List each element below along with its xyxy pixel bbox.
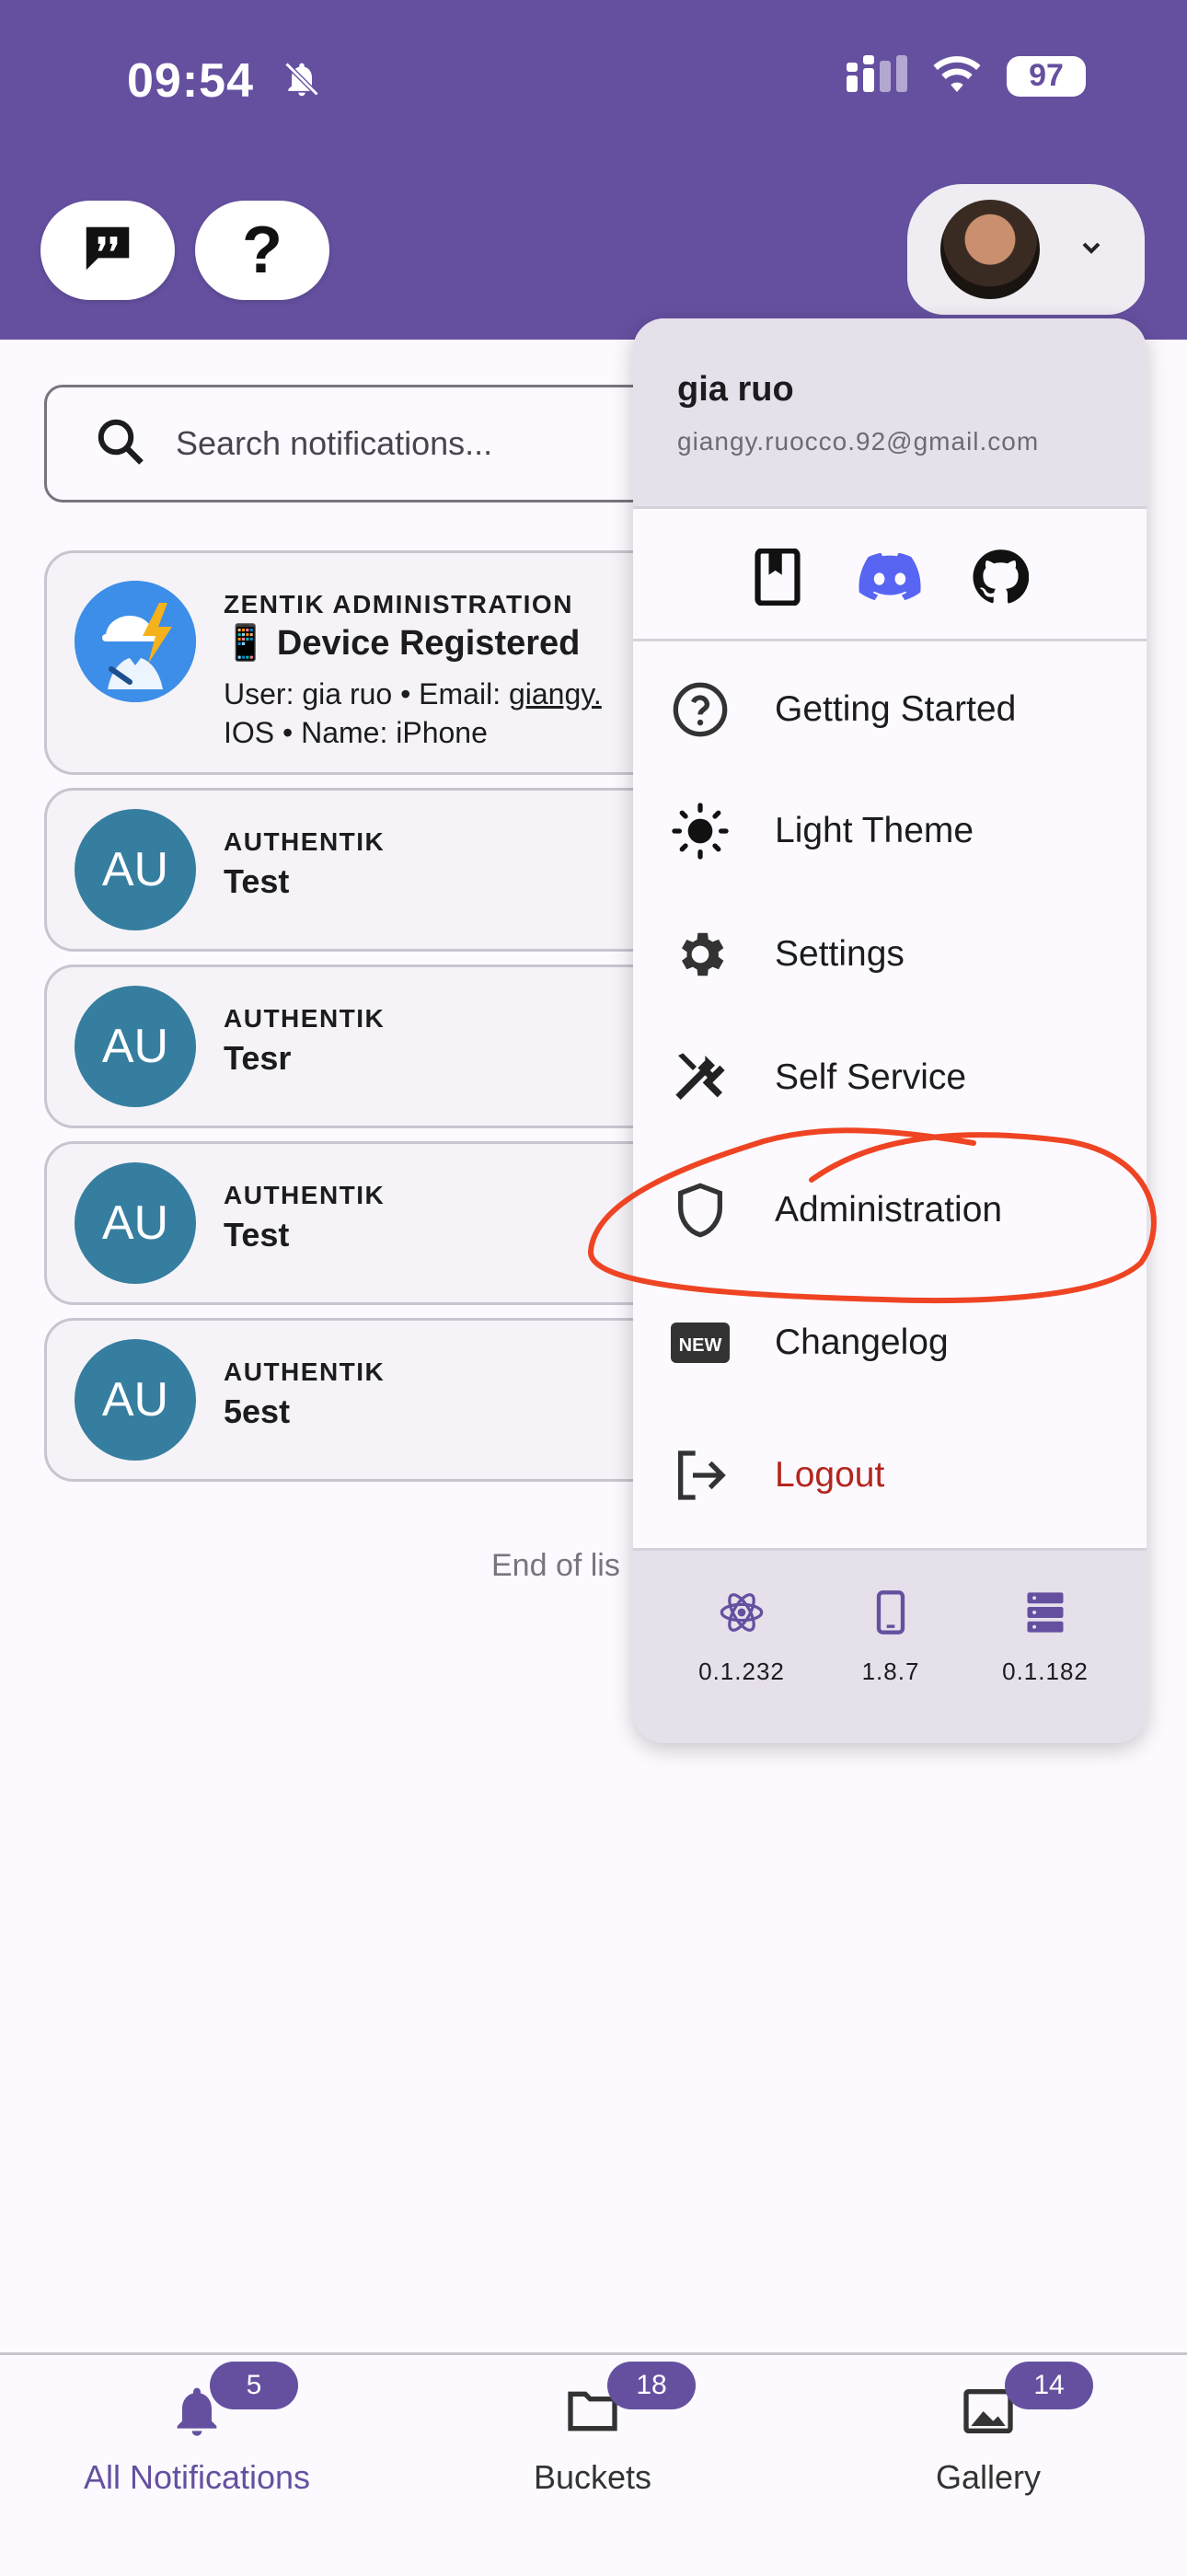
docs-book-icon[interactable] bbox=[745, 545, 810, 609]
menu-item-label: Settings bbox=[775, 934, 905, 974]
status-indicators: 97 bbox=[847, 55, 1086, 97]
discord-icon[interactable] bbox=[858, 545, 922, 609]
menu-item-getting-started[interactable]: Getting Started bbox=[633, 650, 1147, 769]
badge-gallery: 14 bbox=[1005, 2362, 1093, 2409]
new-badge-icon: NEW bbox=[668, 1311, 732, 1375]
search-icon bbox=[93, 414, 148, 474]
menu-item-light-theme[interactable]: Light Theme bbox=[633, 771, 1147, 891]
notification-title: 📱 Device Registered bbox=[224, 624, 581, 663]
server-icon bbox=[1021, 1592, 1069, 1640]
nav-label: All Notifications bbox=[83, 2458, 311, 2496]
help-button[interactable]: ? bbox=[195, 201, 329, 300]
question-mark-icon: ? bbox=[242, 214, 282, 287]
notification-body-line2: IOS • Name: iPhone bbox=[224, 716, 488, 749]
user-avatar bbox=[940, 200, 1040, 299]
divider bbox=[633, 506, 1147, 509]
notification-title: Test bbox=[224, 1216, 290, 1253]
nav-label: Gallery bbox=[935, 2458, 1042, 2496]
source-avatar: AU bbox=[75, 1339, 196, 1461]
sun-icon bbox=[668, 799, 732, 863]
nav-label: Buckets bbox=[533, 2458, 652, 2496]
version-server: 0.1.182 bbox=[972, 1588, 1119, 1686]
image-icon bbox=[959, 2389, 1018, 2444]
end-of-list-text: End of lis bbox=[491, 1548, 620, 1583]
admin-worker-icon bbox=[75, 581, 196, 702]
chevron-down-icon bbox=[1077, 233, 1106, 267]
menu-item-label: Logout bbox=[775, 1455, 885, 1495]
tools-icon bbox=[668, 1045, 732, 1110]
search-placeholder: Search notifications... bbox=[176, 424, 493, 462]
bell-icon bbox=[167, 2387, 226, 2444]
react-icon bbox=[718, 1593, 766, 1640]
menu-item-label: Administration bbox=[775, 1190, 1003, 1230]
source-avatar: AU bbox=[75, 986, 196, 1107]
help-circle-icon bbox=[668, 677, 732, 742]
source-avatar: AU bbox=[75, 1162, 196, 1284]
feedback-quote-icon bbox=[79, 220, 136, 282]
svg-text:NEW: NEW bbox=[679, 1335, 722, 1356]
user-dropdown-menu: gia ruo giangy.ruocco.92@gmail.com Getti… bbox=[633, 318, 1147, 1743]
version-label: 1.8.7 bbox=[861, 1658, 920, 1685]
notification-body-text: User: gia ruo • Email: bbox=[224, 677, 509, 710]
notification-title: 5est bbox=[224, 1392, 291, 1430]
version-label: 0.1.232 bbox=[698, 1658, 785, 1685]
folder-icon bbox=[563, 2391, 622, 2444]
phone-icon bbox=[867, 1590, 915, 1640]
menu-item-logout[interactable]: Logout bbox=[633, 1415, 1147, 1535]
notification-source: ZENTIK ADMINISTRATION bbox=[224, 590, 573, 618]
version-label: 0.1.182 bbox=[1002, 1658, 1089, 1685]
user-menu-button[interactable] bbox=[907, 184, 1145, 315]
signal-icon bbox=[847, 55, 907, 97]
version-app: 1.8.7 bbox=[817, 1588, 964, 1686]
menu-item-self-service[interactable]: Self Service bbox=[633, 1018, 1147, 1138]
gear-icon bbox=[668, 922, 732, 987]
bell-muted-icon bbox=[282, 59, 322, 104]
github-icon[interactable] bbox=[968, 545, 1032, 609]
version-react: 0.1.232 bbox=[668, 1588, 815, 1686]
divider bbox=[633, 1548, 1147, 1551]
menu-item-label: Light Theme bbox=[775, 811, 974, 850]
notification-source: AUTHENTIK bbox=[224, 1004, 386, 1033]
feedback-button[interactable] bbox=[40, 201, 175, 300]
email-link[interactable]: giangy. bbox=[509, 677, 602, 710]
logout-icon bbox=[668, 1443, 732, 1507]
menu-item-changelog[interactable]: NEW Changelog bbox=[633, 1283, 1147, 1403]
menu-item-settings[interactable]: Settings bbox=[633, 895, 1147, 1014]
menu-user-header bbox=[633, 318, 1147, 506]
status-time: 09:54 bbox=[127, 54, 254, 108]
menu-item-label: Self Service bbox=[775, 1057, 967, 1097]
notification-title: Test bbox=[224, 862, 290, 900]
menu-item-label: Changelog bbox=[775, 1323, 949, 1362]
menu-user-name: gia ruo bbox=[677, 370, 794, 409]
menu-item-label: Getting Started bbox=[775, 689, 1017, 729]
notification-title: Tesr bbox=[224, 1039, 292, 1077]
source-avatar: AU bbox=[75, 809, 196, 930]
menu-item-administration[interactable]: Administration bbox=[633, 1150, 1147, 1270]
notification-source: AUTHENTIK bbox=[224, 1357, 386, 1386]
notification-source: AUTHENTIK bbox=[224, 1181, 386, 1209]
badge-all-notifications: 5 bbox=[210, 2362, 298, 2409]
shield-icon bbox=[668, 1178, 732, 1242]
notification-body: User: gia ruo • Email: giangy. IOS • Nam… bbox=[224, 675, 602, 752]
wifi-icon bbox=[931, 55, 983, 97]
notification-source: AUTHENTIK bbox=[224, 827, 386, 856]
menu-user-email: giangy.ruocco.92@gmail.com bbox=[677, 427, 1040, 456]
divider bbox=[633, 639, 1147, 641]
badge-buckets: 18 bbox=[607, 2362, 696, 2409]
battery-indicator: 97 bbox=[1007, 55, 1086, 97]
